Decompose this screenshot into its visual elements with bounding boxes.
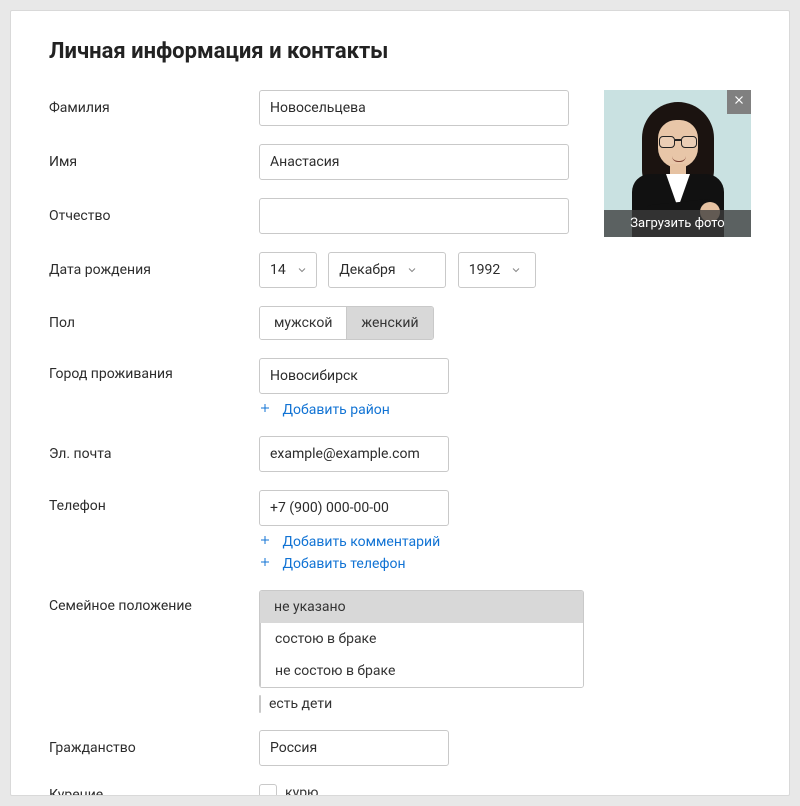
phone-input[interactable] <box>259 490 449 526</box>
checkbox-box <box>259 695 261 713</box>
birth-year-value: 1992 <box>469 262 500 278</box>
add-district-text: Добавить район <box>282 402 389 418</box>
city-label: Город проживания <box>49 358 259 382</box>
birth-month-select[interactable]: Декабря <box>328 252 446 288</box>
add-phone-link[interactable]: Добавить телефон <box>259 556 584 572</box>
birth-day-value: 14 <box>270 262 286 278</box>
personal-info-panel: Личная информация и контакты Фамилия Имя <box>10 10 790 796</box>
checkbox-box <box>259 784 277 796</box>
marital-label: Семейное положение <box>49 590 259 614</box>
marital-option-none[interactable]: не указано <box>260 591 583 623</box>
patronymic-input[interactable] <box>259 198 569 234</box>
plus-icon <box>259 556 273 568</box>
patronymic-label: Отчество <box>49 208 259 224</box>
gender-option-female[interactable]: женский <box>346 307 432 339</box>
phone-label: Телефон <box>49 490 259 514</box>
add-comment-text: Добавить комментарий <box>282 534 440 550</box>
city-input[interactable] <box>259 358 449 394</box>
firstname-label: Имя <box>49 154 259 170</box>
smoking-checkbox[interactable]: курю <box>259 784 318 796</box>
upload-photo-button[interactable]: Загрузить фото <box>604 210 751 237</box>
plus-icon <box>259 534 273 546</box>
add-comment-link[interactable]: Добавить комментарий <box>259 534 584 550</box>
add-district-link[interactable]: Добавить район <box>259 402 584 418</box>
firstname-input[interactable] <box>259 144 569 180</box>
marital-option-married[interactable]: состою в браке <box>260 623 583 655</box>
photo-remove-button[interactable] <box>727 90 751 114</box>
birthdate-label: Дата рождения <box>49 262 259 278</box>
close-icon <box>733 94 745 110</box>
citizenship-label: Гражданство <box>49 740 259 756</box>
birth-day-select[interactable]: 14 <box>259 252 317 288</box>
add-phone-text: Добавить телефон <box>282 556 405 572</box>
chevron-down-icon <box>296 264 308 276</box>
gender-option-male[interactable]: мужской <box>260 307 346 339</box>
birth-year-select[interactable]: 1992 <box>458 252 536 288</box>
email-label: Эл. почта <box>49 446 259 462</box>
form-column: Фамилия Имя Отчество <box>49 90 584 796</box>
panel-title: Личная информация и контакты <box>49 39 751 64</box>
gender-segmented: мужской женский <box>259 306 434 340</box>
smoking-checkbox-label: курю <box>285 785 318 796</box>
marital-option-not-married[interactable]: не состою в браке <box>260 655 583 687</box>
profile-photo[interactable]: Загрузить фото <box>604 90 751 237</box>
chevron-down-icon <box>510 264 522 276</box>
has-children-label: есть дети <box>269 696 332 712</box>
marital-segmented: не указано состою в браке не состою в бр… <box>259 590 584 688</box>
plus-icon <box>259 402 273 414</box>
lastname-input[interactable] <box>259 90 569 126</box>
smoking-label: Курение <box>49 787 259 796</box>
has-children-checkbox[interactable]: есть дети <box>259 696 584 712</box>
citizenship-input[interactable] <box>259 730 449 766</box>
email-input[interactable] <box>259 436 449 472</box>
gender-label: Пол <box>49 315 259 331</box>
chevron-down-icon <box>406 264 418 276</box>
lastname-label: Фамилия <box>49 100 259 116</box>
birth-month-value: Декабря <box>339 262 395 278</box>
